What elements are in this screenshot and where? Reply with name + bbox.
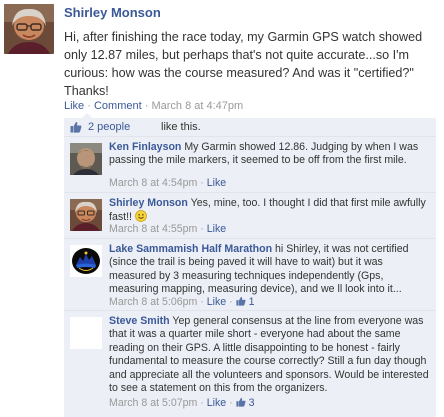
comment-item: Lake Sammamish Half Marathon hi Shirley,…: [64, 238, 436, 310]
post-author-avatar[interactable]: [4, 4, 54, 54]
comment-meta: March 8 at 5:06pm · Like · 1: [109, 296, 255, 308]
smiley-emoticon-icon: [135, 210, 147, 223]
comment-like-link[interactable]: Like: [207, 397, 226, 409]
post-actions: Like · Comment · March 8 at 4:47pm: [64, 100, 243, 112]
comment-like-count[interactable]: 1: [249, 296, 255, 308]
likes-count-link[interactable]: 2 people: [88, 118, 130, 136]
separator-dot: ·: [200, 223, 204, 235]
comment-like-link[interactable]: Like: [207, 177, 226, 189]
post-comment-link[interactable]: Comment: [94, 100, 142, 112]
commenter-avatar-placeholder[interactable]: [70, 317, 102, 349]
comment-meta: March 8 at 4:54pm · Like: [109, 177, 226, 189]
likes-summary: 2 people like this.: [64, 118, 436, 136]
comment-item: Steve Smith Yep general consensus at the…: [64, 310, 436, 417]
comment-text: Shirley Monson Yes, mine, too. I thought…: [109, 197, 431, 225]
post-author-name[interactable]: Shirley Monson: [64, 5, 161, 20]
comment-item: Shirley Monson Yes, mine, too. I thought…: [64, 192, 436, 238]
separator-dot: ·: [200, 397, 204, 409]
comment-timestamp[interactable]: March 8 at 4:54pm: [109, 177, 197, 189]
post-like-link[interactable]: Like: [64, 100, 84, 112]
thumbs-up-icon[interactable]: [236, 397, 246, 407]
comment-meta: March 8 at 5:07pm · Like · 3: [109, 397, 255, 409]
comment-author[interactable]: Ken Finlayson: [109, 141, 181, 153]
commenter-avatar[interactable]: [70, 199, 102, 231]
comment-timestamp[interactable]: March 8 at 5:06pm: [109, 296, 197, 308]
comment-item: Ken Finlayson My Garmin showed 12.86. Ju…: [64, 136, 436, 192]
comment-meta: March 8 at 4:55pm · Like: [109, 223, 226, 235]
comment-author[interactable]: Shirley Monson: [109, 197, 188, 209]
comment-author[interactable]: Steve Smith: [109, 315, 170, 327]
comment-like-link[interactable]: Like: [207, 223, 226, 235]
separator-dot: ·: [229, 397, 233, 409]
separator-dot: ·: [87, 100, 91, 112]
comment-like-count[interactable]: 3: [249, 397, 255, 409]
separator-dot: ·: [144, 100, 149, 112]
comment-text: Ken Finlayson My Garmin showed 12.86. Ju…: [109, 141, 431, 168]
post-timestamp[interactable]: March 8 at 4:47pm: [151, 100, 243, 112]
separator-dot: ·: [229, 296, 233, 308]
separator-dot: ·: [200, 177, 204, 189]
comments-panel: 2 people like this. Ken Finlayson My Gar…: [64, 118, 436, 417]
comment-text: Steve Smith Yep general consensus at the…: [109, 315, 431, 395]
comment-like-link[interactable]: Like: [207, 296, 226, 308]
likes-suffix: like this.: [161, 121, 201, 133]
post-body-text: Hi, after finishing the race today, my G…: [64, 30, 423, 98]
comment-timestamp[interactable]: March 8 at 4:55pm: [109, 223, 197, 235]
commenter-avatar[interactable]: [70, 143, 102, 175]
separator-dot: ·: [200, 296, 204, 308]
thumbs-up-icon[interactable]: [236, 296, 246, 306]
comment-author[interactable]: Lake Sammamish Half Marathon: [109, 243, 272, 255]
thumbs-up-icon: [70, 121, 82, 133]
comment-text: Lake Sammamish Half Marathon hi Shirley,…: [109, 243, 431, 297]
commenter-avatar[interactable]: [70, 245, 102, 277]
comment-timestamp[interactable]: March 8 at 5:07pm: [109, 397, 197, 409]
